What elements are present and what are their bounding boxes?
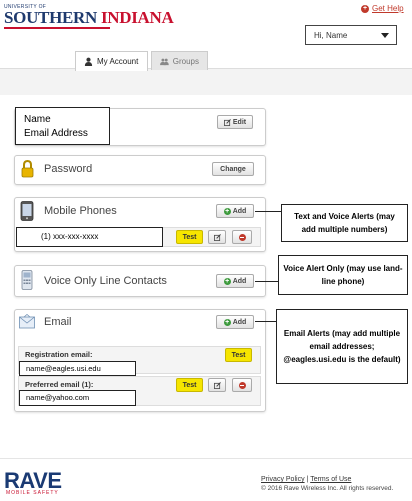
- email-address-label: Email Address: [24, 128, 88, 139]
- tab-groups-label: Groups: [172, 56, 199, 66]
- phone-number-entry: (1) xxx-xxx-xxxx: [16, 227, 163, 247]
- tab-groups[interactable]: Groups: [151, 51, 208, 70]
- edit-icon: [213, 381, 221, 389]
- get-help-label: Get Help: [372, 4, 404, 13]
- get-help-link[interactable]: + Get Help: [361, 4, 404, 13]
- registration-email-label: Registration email:: [25, 350, 93, 359]
- add-voice-label: Add: [232, 277, 247, 285]
- preferred-delete-button[interactable]: [232, 378, 252, 392]
- add-icon: +: [223, 207, 231, 215]
- add-voice-contact-button[interactable]: + Add: [216, 274, 254, 288]
- university-logo: SOUTHERN INDIANA: [4, 8, 174, 28]
- annotation-voice-only: Voice Alert Only (may use land-line phon…: [278, 255, 408, 295]
- tab-bar: [0, 68, 412, 95]
- user-menu-select[interactable]: Hi, Name: [305, 25, 397, 45]
- logo-indiana: INDIANA: [100, 8, 174, 27]
- delete-icon: [238, 233, 246, 241]
- logo-southern: SOUTHERN: [4, 8, 98, 27]
- chevron-down-icon: [381, 33, 389, 38]
- registration-email-value: name@eagles.usi.edu: [19, 361, 136, 376]
- preferred-test-button[interactable]: Test: [176, 378, 203, 392]
- annotation-email-alerts: Email Alerts (may add multiple email add…: [276, 309, 408, 384]
- edit-button[interactable]: Edit: [217, 115, 253, 129]
- landline-phone-icon: [21, 270, 33, 290]
- add-phone-label: Add: [232, 207, 247, 215]
- tab-my-account-label: My Account: [97, 57, 139, 66]
- annotation-connector-voice: [255, 281, 278, 282]
- phone-delete-button[interactable]: [232, 230, 252, 244]
- change-password-button[interactable]: Change: [212, 162, 254, 176]
- annotation-connector-phones: [255, 211, 281, 212]
- lock-icon: [21, 160, 34, 178]
- email-title: Email: [44, 316, 72, 328]
- voice-only-title: Voice Only Line Contacts: [44, 275, 167, 287]
- tab-my-account[interactable]: My Account: [75, 51, 148, 71]
- add-icon: +: [223, 318, 231, 326]
- add-phone-button[interactable]: + Add: [216, 204, 254, 218]
- logo-underline: [4, 27, 110, 29]
- preferred-edit-button[interactable]: [208, 378, 226, 392]
- add-email-label: Add: [232, 318, 247, 326]
- envelope-icon: [19, 314, 35, 329]
- terms-of-use-link[interactable]: Terms of Use: [310, 476, 351, 483]
- group-icon: [160, 58, 169, 65]
- registration-test-button[interactable]: Test: [225, 348, 252, 362]
- annotation-text-voice-alerts: Text and Voice Alerts (may add multiple …: [281, 204, 408, 242]
- footer-links: Privacy Policy | Terms of Use: [261, 476, 351, 483]
- password-title: Password: [44, 163, 93, 175]
- delete-icon: [238, 381, 246, 389]
- edit-icon: [223, 118, 231, 126]
- preferred-email-value: name@yahoo.com: [19, 390, 136, 406]
- edit-icon: [213, 233, 221, 241]
- person-icon: [84, 57, 93, 66]
- annotation-connector-email: [255, 321, 278, 322]
- add-email-button[interactable]: + Add: [216, 315, 254, 329]
- name-email-box: Name Email Address: [15, 107, 110, 145]
- preferred-email-label: Preferred email (1):: [25, 380, 94, 389]
- user-menu-value: Hi, Name: [314, 30, 348, 40]
- copyright: © 2016 Rave Wireless Inc. All rights res…: [261, 485, 394, 492]
- footer-separator: |: [306, 476, 309, 483]
- phone-test-button[interactable]: Test: [176, 230, 203, 244]
- mobile-phones-title: Mobile Phones: [44, 205, 117, 217]
- phone-edit-button[interactable]: [208, 230, 226, 244]
- edit-label: Edit: [232, 118, 247, 126]
- mobile-phone-icon: [20, 201, 34, 221]
- privacy-policy-link[interactable]: Privacy Policy: [261, 476, 305, 483]
- add-icon: +: [223, 277, 231, 285]
- help-plus-icon: +: [361, 4, 369, 13]
- rave-logo-tagline: MOBILE SAFETY: [6, 490, 59, 496]
- name-label: Name: [24, 114, 51, 125]
